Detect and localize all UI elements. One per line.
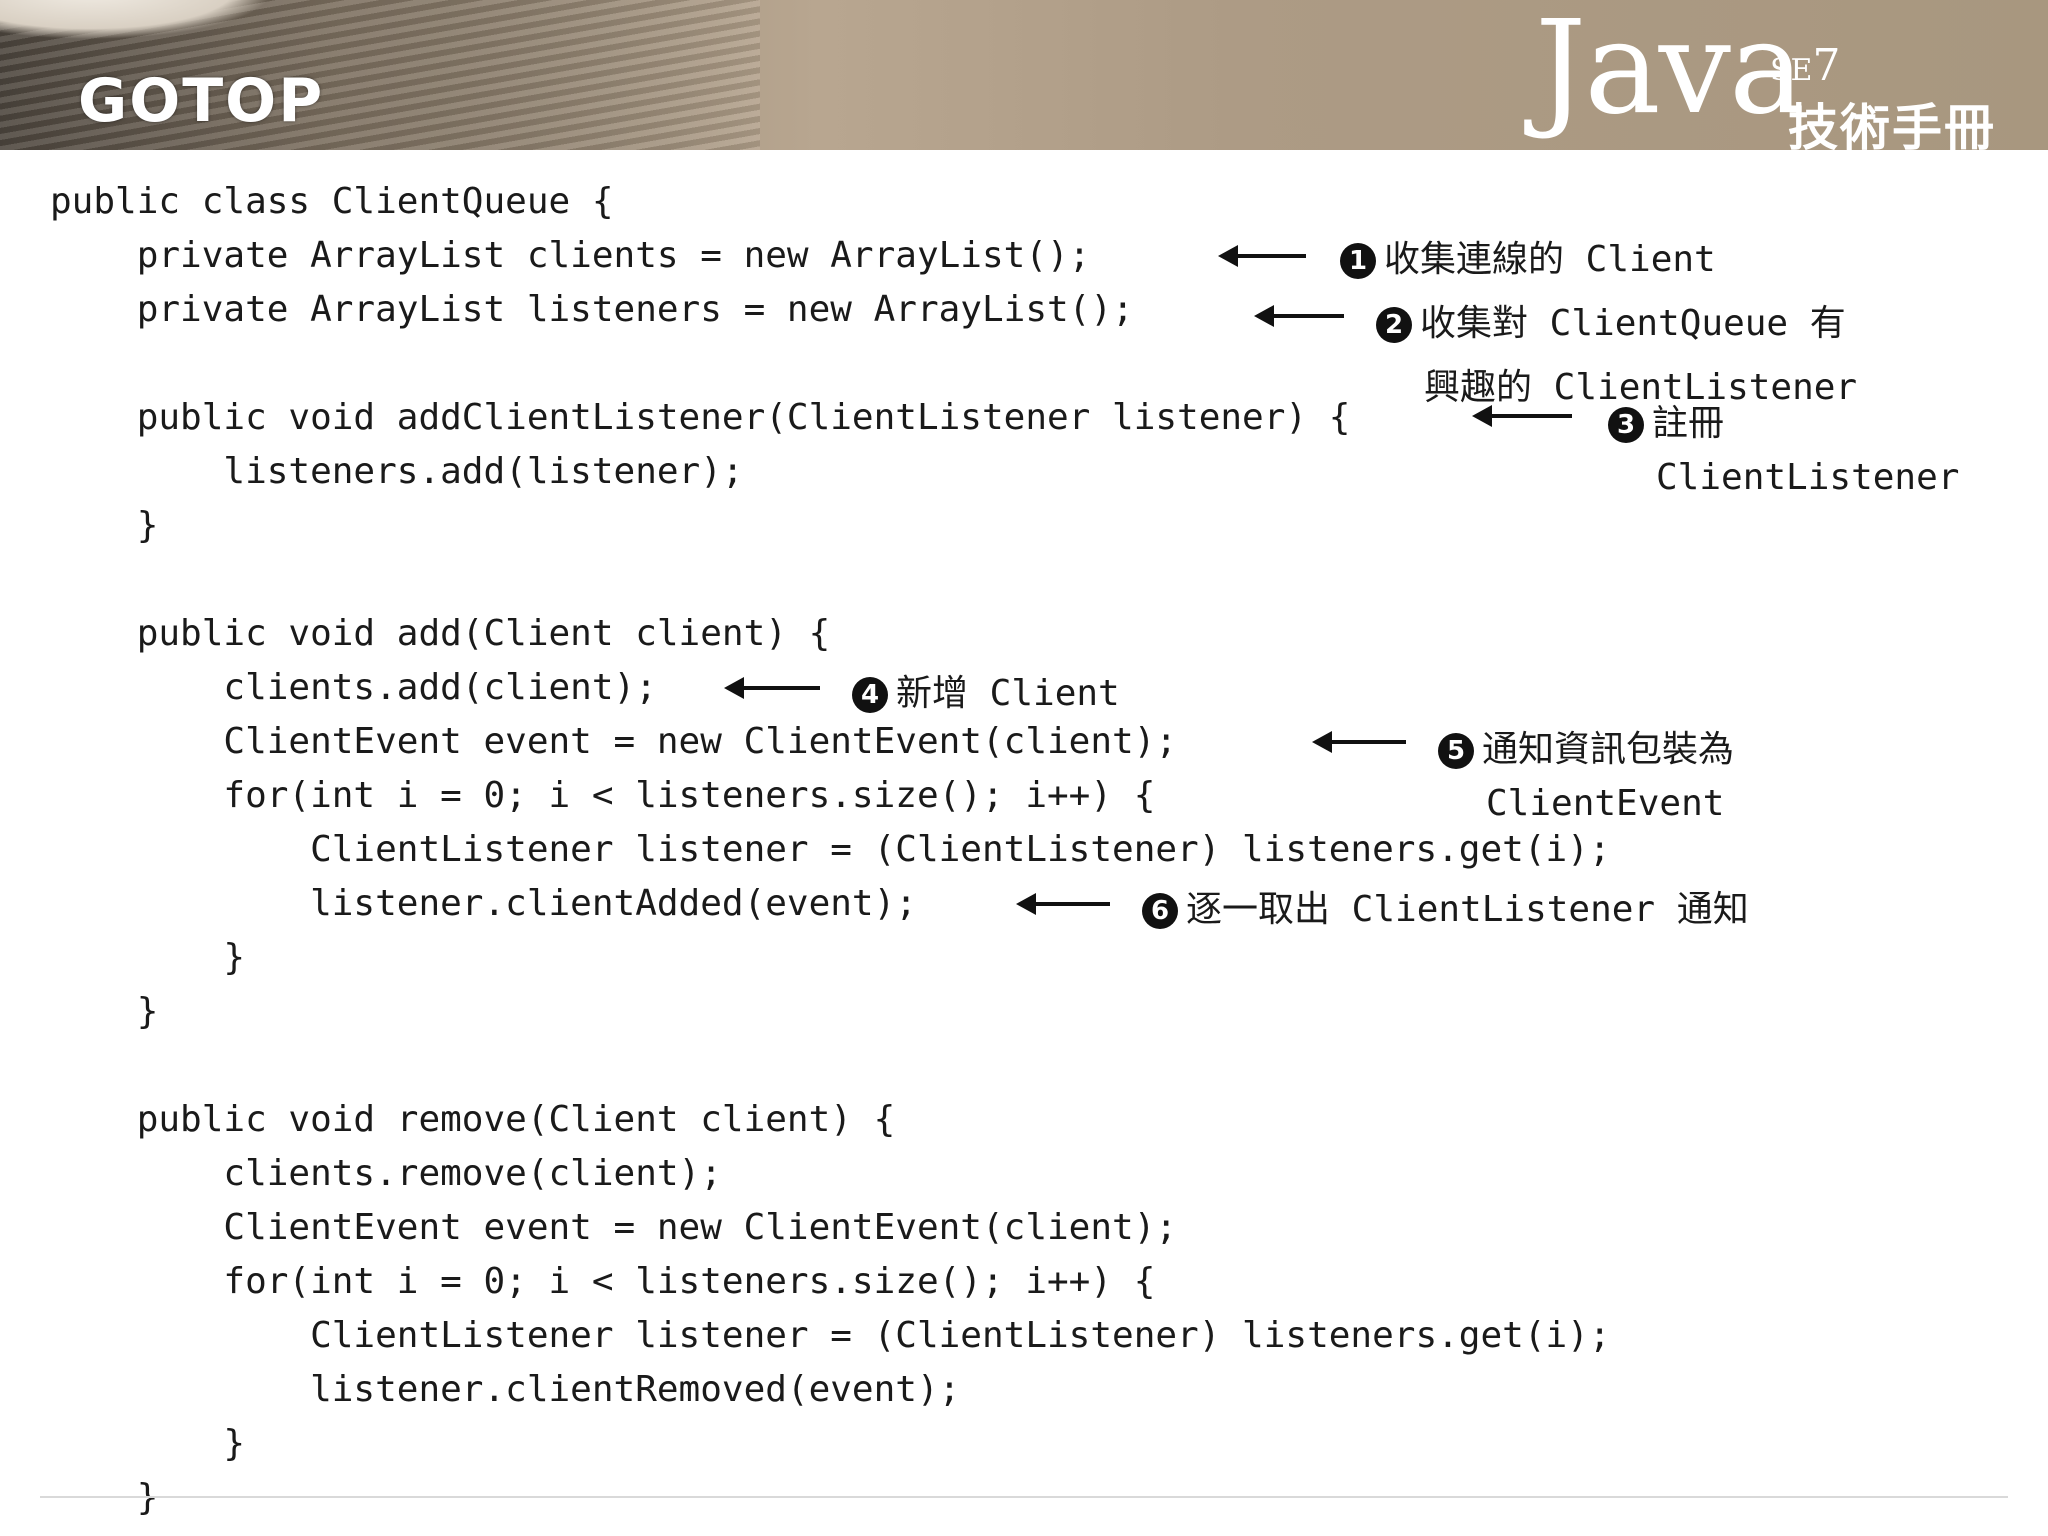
- code-line: }: [50, 1423, 246, 1464]
- annotation-text: 收集連線的 Client: [1384, 239, 1716, 280]
- book-subtitle: 技術手冊: [1788, 99, 1996, 150]
- code-line: listener.clientAdded(event);: [50, 883, 917, 924]
- footer-divider: [40, 1496, 2008, 1498]
- code-line: ClientEvent event = new ClientEvent(clie…: [50, 1207, 1178, 1248]
- callout-number: 6: [1142, 893, 1178, 929]
- code-line: listeners.add(listener);: [50, 451, 744, 492]
- annotation-text: 收集對 ClientQueue 有: [1420, 303, 1846, 344]
- code-line: public void add(Client client) {: [50, 613, 831, 654]
- annotation-1: 1 收集連線的 Client: [1340, 238, 1716, 282]
- code-line: private ArrayList listeners = new ArrayL…: [50, 289, 1134, 330]
- code-line: public void remove(Client client) {: [50, 1099, 896, 1140]
- code-line: clients.add(client);: [50, 667, 657, 708]
- se-label: SE: [1770, 53, 1813, 88]
- code-line: ClientListener listener = (ClientListene…: [50, 829, 1611, 870]
- code-line: for(int i = 0; i < listeners.size(); i++…: [50, 775, 1156, 816]
- arrow-left-icon: [1254, 305, 1344, 327]
- callout-number: 1: [1340, 243, 1376, 279]
- code-line: clients.remove(client);: [50, 1153, 722, 1194]
- version-number: 7: [1812, 40, 1841, 91]
- annotation-5: 5 通知資訊包裝為: [1438, 728, 1734, 772]
- code-line: private ArrayList clients = new ArrayLis…: [50, 235, 1091, 276]
- arrow-left-icon: [1472, 405, 1572, 427]
- arrow-left-icon: [1218, 245, 1306, 267]
- header-banner: GOTOP Java SE7 技術手冊: [0, 0, 2048, 150]
- code-line: ClientEvent event = new ClientEvent(clie…: [50, 721, 1178, 762]
- arrow-left-icon: [1016, 893, 1110, 915]
- code-line: }: [50, 505, 159, 546]
- code-line: listener.clientRemoved(event);: [50, 1369, 961, 1410]
- annotation-3-continuation: ClientListener: [1656, 457, 1960, 498]
- callout-number: 2: [1376, 307, 1412, 343]
- se-version: SE7: [1770, 40, 1840, 91]
- code-line: }: [50, 991, 159, 1032]
- java-title: Java: [1535, 0, 1805, 143]
- arrow-left-icon: [1312, 731, 1406, 753]
- annotation-text: 通知資訊包裝為: [1482, 729, 1735, 770]
- annotation-5-continuation: ClientEvent: [1486, 783, 1725, 824]
- callout-number: 5: [1438, 733, 1474, 769]
- code-line: }: [50, 937, 246, 978]
- annotation-text: 新增 Client: [896, 673, 1120, 714]
- code-line: }: [50, 1477, 159, 1518]
- code-line: for(int i = 0; i < listeners.size(); i++…: [50, 1261, 1156, 1302]
- code-line: public void addClientListener(ClientList…: [50, 397, 1351, 438]
- code-line: ClientListener listener = (ClientListene…: [50, 1315, 1611, 1356]
- code-line: public class ClientQueue {: [50, 181, 614, 222]
- gotop-logo: GOTOP: [78, 66, 325, 136]
- arrow-left-icon: [724, 677, 820, 699]
- callout-number: 4: [852, 677, 888, 713]
- annotation-6: 6 逐一取出 ClientListener 通知: [1142, 888, 1749, 932]
- callout-number: 3: [1608, 407, 1644, 443]
- annotation-4: 4 新增 Client: [852, 672, 1120, 716]
- annotation-text: 逐一取出 ClientListener 通知: [1186, 889, 1749, 930]
- annotation-text: 註冊: [1652, 403, 1725, 444]
- annotation-2: 2 收集對 ClientQueue 有: [1376, 302, 1846, 346]
- annotation-3: 3 註冊: [1608, 402, 1724, 446]
